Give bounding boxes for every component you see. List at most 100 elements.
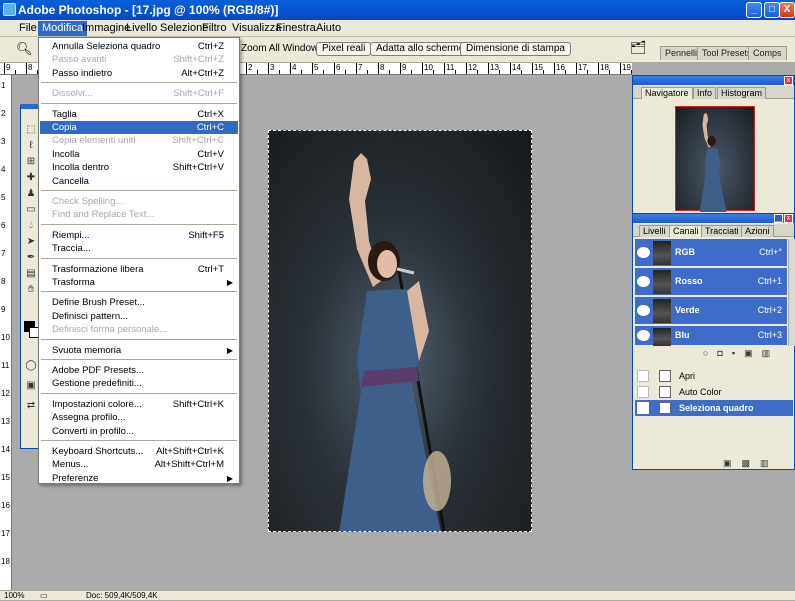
menu-item-define-brush-preset[interactable]: Define Brush Preset... — [40, 296, 238, 309]
menu-separator — [41, 440, 237, 441]
imageready-icon[interactable]: ⇄ — [23, 399, 39, 413]
tab-tracciati[interactable]: Tracciati — [701, 225, 743, 237]
palette-well-icon[interactable]: 🗂︎ — [630, 40, 647, 56]
menu-item-copia-elementi-uniti[interactable]: Copia elementi uniti Shift+Ctrl+C — [40, 134, 238, 147]
history-row-seleziona-quadro[interactable]: Seleziona quadro — [635, 400, 793, 416]
channel-row-verde[interactable]: Verde Ctrl+2 — [635, 297, 787, 325]
screen-mode-icon[interactable]: ▣ — [23, 379, 39, 393]
menu-file[interactable]: File — [3, 21, 41, 36]
menu-item-annulla-seleziona-quadro[interactable]: Annulla Seleziona quadro Ctrl+Z — [40, 40, 238, 53]
menu-aiuto[interactable]: Aiuto — [312, 21, 345, 36]
hand-tool-icon[interactable]: ✋︎ — [23, 283, 39, 297]
history-snapshot-checkbox[interactable] — [637, 370, 649, 382]
menu-item-incolla-dentro[interactable]: Incolla dentro Shift+Ctrl+V — [40, 161, 238, 174]
blur-tool-icon[interactable]: 💧︎ — [23, 219, 39, 233]
lasso-tool-icon[interactable]: ℓ — [23, 139, 39, 153]
menu-bar: File Modifica Immagine Livello Selezione… — [0, 20, 795, 37]
eraser-tool-icon[interactable]: ▭ — [23, 203, 39, 217]
menu-item-definisci-forma-personale[interactable]: Definisci forma personale... — [40, 323, 238, 336]
tab-canali[interactable]: Canali — [669, 225, 703, 237]
eye-icon[interactable] — [637, 330, 650, 341]
maximize-button[interactable]: □ — [764, 2, 780, 18]
channel-row-rosso[interactable]: Rosso Ctrl+1 — [635, 268, 787, 296]
path-select-icon[interactable]: ➤ — [23, 235, 39, 249]
channels-scrollbar[interactable] — [788, 239, 795, 346]
pen-tool-icon[interactable]: ✒ — [23, 251, 39, 265]
menu-item-traccia[interactable]: Traccia... — [40, 242, 238, 255]
menu-item-definisci-pattern[interactable]: Definisci pattern... — [40, 310, 238, 323]
menu-item-keyboard-shortcuts[interactable]: Keyboard Shortcuts... Alt+Shift+Ctrl+K — [40, 445, 238, 458]
tab-comps[interactable]: Comps — [748, 46, 787, 60]
channels-footer-icons[interactable]: ○◘▪▣▥ — [703, 348, 779, 359]
dimensione-stampa-button[interactable]: Dimensione di stampa — [460, 42, 571, 56]
menu-item-passo-avanti[interactable]: Passo avanti Shift+Ctrl+Z — [40, 53, 238, 66]
quick-mask-icon[interactable]: ◯ — [23, 359, 39, 373]
channels-title-bar[interactable] — [633, 214, 794, 223]
tab-azioni[interactable]: Azioni — [741, 225, 774, 237]
channels-close-icon[interactable]: x — [784, 214, 793, 223]
menu-item-dissolvi[interactable]: Dissolvi... Shift+Ctrl+F — [40, 87, 238, 100]
menu-item-trasforma[interactable]: Trasforma ▶ — [40, 276, 238, 289]
menu-item-check-spelling[interactable]: Check Spelling... — [40, 195, 238, 208]
menu-item-menus[interactable]: Menus... Alt+Shift+Ctrl+M — [40, 458, 238, 471]
close-button[interactable]: X — [779, 2, 795, 18]
ruler-label: 1 — [1, 81, 6, 90]
ruler-label: 14 — [512, 63, 521, 72]
minimize-button[interactable]: _ — [746, 2, 762, 18]
tab-navigatore[interactable]: Navigatore — [641, 87, 693, 99]
navigator-close-icon[interactable]: x — [784, 76, 793, 85]
menu-item-preferenze[interactable]: Preferenze ▶ — [40, 472, 238, 485]
adatta-schermo-button[interactable]: Adatta allo schermo — [370, 42, 471, 56]
menu-item-riempi[interactable]: Riempi... Shift+F5 — [40, 229, 238, 242]
menu-item-svuota-memoria[interactable]: Svuota memoria ▶ — [40, 344, 238, 357]
menu-item-adobe-pdf-presets[interactable]: Adobe PDF Presets... — [40, 364, 238, 377]
channel-thumbnail — [653, 241, 671, 265]
menu-item-impostazioni-colore[interactable]: Impostazioni colore... Shift+Ctrl+K — [40, 398, 238, 411]
menu-item-shortcut: Ctrl+C — [196, 122, 224, 133]
history-snapshot-checkbox[interactable] — [637, 402, 649, 414]
menu-item-shortcut: Alt+Ctrl+Z — [181, 67, 224, 79]
pixel-reali-button[interactable]: Pixel reali — [316, 42, 372, 56]
menu-item-incolla[interactable]: Incolla Ctrl+V — [40, 148, 238, 161]
eye-icon[interactable] — [637, 276, 650, 287]
zoom-tool-icon[interactable]: 🔍︎ — [16, 41, 33, 57]
ruler-tick — [488, 63, 489, 74]
menu-item-label: Check Spelling... — [52, 196, 124, 207]
menu-item-assegna-profilo[interactable]: Assegna profilo... — [40, 411, 238, 424]
zoom-all-windows-label[interactable]: Zoom All Windows — [241, 43, 323, 54]
eye-icon[interactable] — [637, 305, 650, 316]
tab-pennelli[interactable]: Pennelli — [660, 46, 703, 60]
menu-item-shortcut: Alt+Shift+Ctrl+M — [154, 459, 224, 471]
photoshop-app-icon[interactable] — [3, 3, 16, 16]
menu-item-trasformazione-libera[interactable]: Trasformazione libera Ctrl+T — [40, 263, 238, 276]
tab-histogram[interactable]: Histogram — [717, 87, 767, 99]
clone-stamp-icon[interactable]: ♟ — [23, 187, 39, 201]
channels-minimize-icon[interactable]: _ — [774, 214, 783, 223]
healing-tool-icon[interactable]: ✚ — [23, 171, 39, 185]
menu-item-gestione-predefiniti[interactable]: Gestione predefiniti... — [40, 377, 238, 390]
eye-icon[interactable] — [637, 247, 650, 258]
menu-item-converti-in-profilo[interactable]: Converti in profilo... — [40, 425, 238, 438]
channel-row-rgb[interactable]: RGB Ctrl+° — [635, 239, 787, 267]
tab-livelli[interactable]: Livelli — [639, 225, 670, 237]
menu-filtro[interactable]: Filtro — [198, 21, 230, 36]
tab-info[interactable]: Info — [693, 87, 717, 99]
navigator-thumbnail[interactable] — [675, 106, 755, 212]
menu-item-taglia[interactable]: Taglia Ctrl+X — [40, 108, 238, 121]
ruler-label: 9 — [402, 63, 407, 72]
menu-item-find-and-replace-text[interactable]: Find and Replace Text... — [40, 208, 238, 221]
history-snapshot-checkbox[interactable] — [637, 386, 649, 398]
notes-tool-icon[interactable]: ▤ — [23, 267, 39, 281]
crop-tool-icon[interactable]: ⊞ — [23, 155, 39, 169]
document-canvas[interactable] — [268, 130, 532, 532]
menu-item-passo-indietro[interactable]: Passo indietro Alt+Ctrl+Z — [40, 67, 238, 80]
marquee-tool-icon[interactable]: ⬚ — [23, 123, 39, 137]
menu-item-copia[interactable]: Copia Ctrl+C — [40, 121, 238, 134]
navigator-title-bar[interactable] — [633, 76, 794, 85]
channel-row-blu[interactable]: Blu Ctrl+3 — [635, 326, 787, 346]
menu-item-cancella[interactable]: Cancella — [40, 175, 238, 188]
menu-item-label: Preferenze — [52, 472, 99, 484]
history-row-auto-color[interactable]: Auto Color — [635, 384, 793, 400]
history-row-apri[interactable]: Apri — [635, 368, 793, 384]
history-footer-icons[interactable]: ▣▩▥ — [723, 458, 779, 469]
